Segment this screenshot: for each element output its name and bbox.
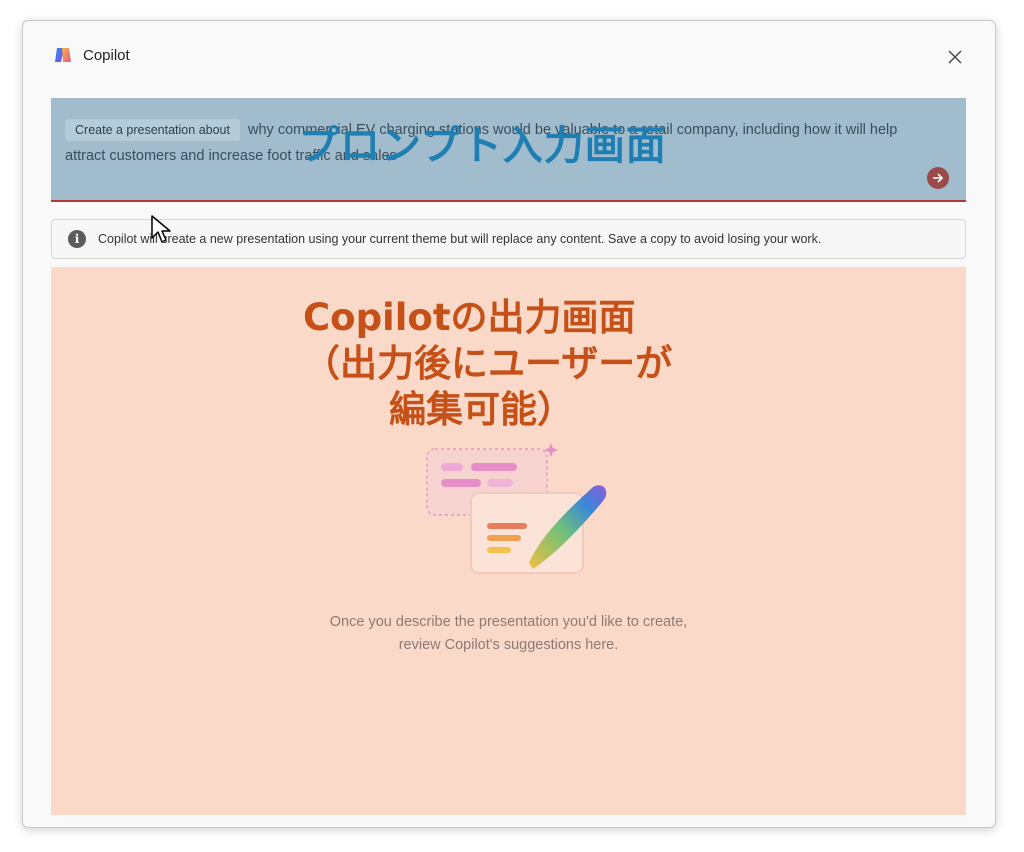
prompt-starter-chip[interactable]: Create a presentation about <box>65 119 240 141</box>
empty-state-line2: review Copilot's suggestions here. <box>398 637 619 653</box>
output-annotation: Copilotの出力画面 （出力後にユーザーが 編集可能） <box>303 295 773 433</box>
empty-state-text: Once you describe the presentation you'd… <box>51 611 966 657</box>
output-panel: Copilotの出力画面 （出力後にユーザーが 編集可能） Once you d… <box>51 267 966 815</box>
close-button[interactable] <box>941 43 969 71</box>
title-bar: Copilot <box>23 21 995 91</box>
mouse-cursor-icon <box>151 215 171 243</box>
empty-state-line1: Once you describe the presentation you'd… <box>329 614 688 630</box>
submit-button[interactable] <box>927 167 949 189</box>
close-icon <box>948 50 962 64</box>
copilot-logo-icon <box>55 48 71 62</box>
presentation-pen-illustration <box>426 443 607 574</box>
window-title: Copilot <box>83 47 130 64</box>
copilot-dialog: Copilot Create a presentation about why … <box>22 20 996 828</box>
output-annotation-line3: 編集可能） <box>389 388 574 431</box>
output-annotation-line1: Copilotの出力画面 <box>303 296 636 339</box>
info-notice: i Copilot will create a new presentation… <box>51 219 966 259</box>
prompt-annotation: プロンプト入力画面 <box>299 123 667 169</box>
output-annotation-line2: （出力後にユーザーが <box>303 342 673 385</box>
notice-text: Copilot will create a new presentation u… <box>98 232 822 246</box>
info-icon: i <box>68 230 86 248</box>
arrow-right-icon <box>933 173 944 183</box>
